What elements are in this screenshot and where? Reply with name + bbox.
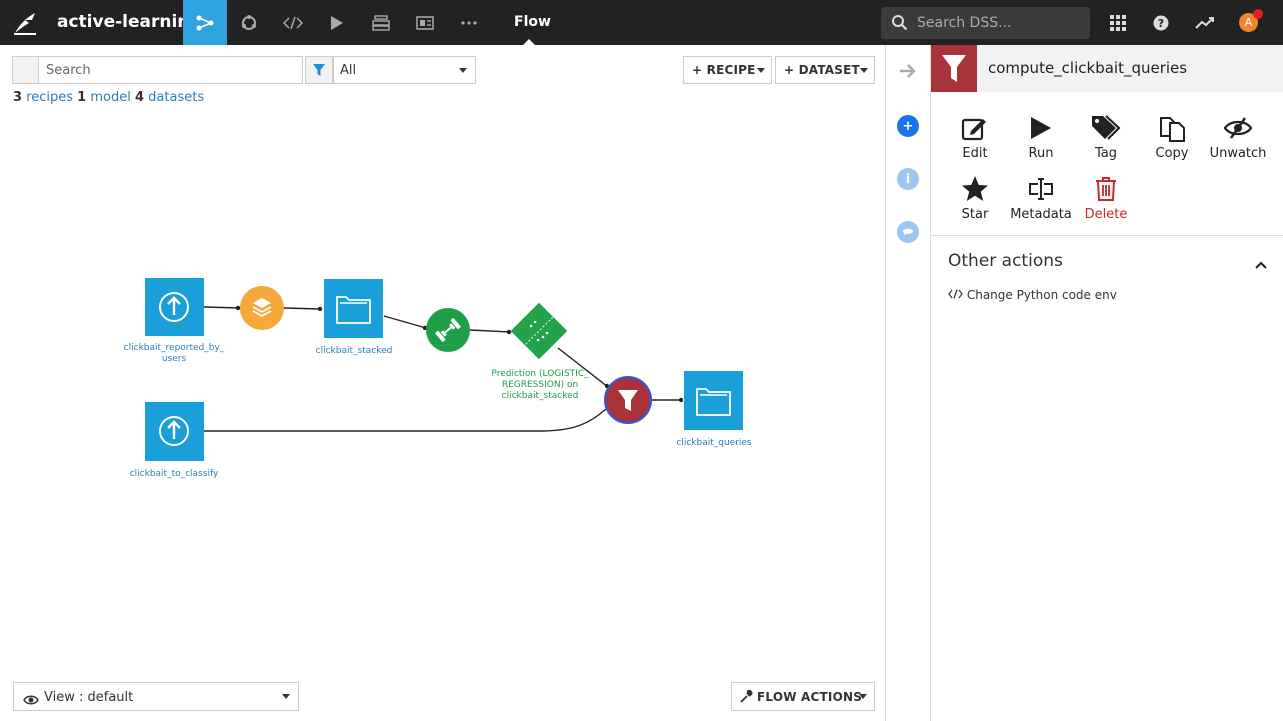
flow-actions-button[interactable]: FLOW ACTIONS	[731, 682, 875, 711]
code-icon	[948, 288, 967, 302]
delete-button[interactable]: Delete	[1073, 174, 1139, 222]
copy-button[interactable]: Copy	[1139, 113, 1205, 161]
notification-dot	[1253, 9, 1263, 19]
train-recipe-node[interactable]	[426, 308, 470, 352]
svg-text:?: ?	[1158, 17, 1164, 30]
other-actions-heading[interactable]: Other actions	[948, 251, 1063, 271]
flow-actions-label: FLOW ACTIONS	[757, 689, 863, 704]
flow-icon[interactable]	[183, 0, 227, 45]
panel-header: compute_clickbait_queries	[931, 45, 1283, 92]
prediction-model-node[interactable]	[510, 302, 568, 360]
chevron-down-icon	[859, 694, 867, 699]
global-search-input[interactable]: Search DSS...	[881, 7, 1090, 39]
wrench-icon	[740, 690, 753, 703]
tag-label: Tag	[1094, 146, 1117, 161]
info-icon[interactable]: i	[897, 168, 919, 190]
more-icon[interactable]	[447, 0, 491, 45]
panel-divider	[931, 235, 1283, 236]
star-icon	[942, 174, 1008, 204]
discussion-icon[interactable]	[897, 221, 919, 243]
search-icon	[891, 14, 908, 35]
label-line: REGRESSION) on	[501, 380, 579, 390]
edit-label: Edit	[962, 146, 988, 161]
add-circle-icon[interactable]: +	[897, 115, 919, 137]
arrow-right-icon[interactable]	[899, 63, 917, 83]
run-label: Run	[1028, 146, 1054, 161]
dashboard-icon[interactable]	[403, 0, 447, 45]
unwatch-button[interactable]: Unwatch	[1205, 113, 1271, 161]
panel-title: compute_clickbait_queries	[988, 59, 1188, 77]
flow-canvas[interactable]: Search All + RECIPE + DATASET 3 recipes …	[0, 45, 885, 721]
unwatch-label: Unwatch	[1209, 146, 1267, 161]
eye-slash-icon	[1205, 113, 1271, 143]
dataset-node-stacked[interactable]	[324, 279, 383, 338]
metadata-button[interactable]: Metadata	[1008, 174, 1074, 222]
star-label: Star	[961, 207, 989, 222]
star-button[interactable]: Star	[942, 174, 1008, 222]
apps-grid-icon[interactable]	[1107, 12, 1129, 34]
dataset-node-queries[interactable]	[684, 371, 743, 430]
dataset-label-to-classify[interactable]: clickbait_to_classify	[114, 469, 234, 480]
trash-icon	[1073, 174, 1139, 204]
dataset-label-queries[interactable]: clickbait_queries	[654, 438, 774, 449]
change-python-env-link[interactable]: Change Python code env	[948, 288, 1117, 302]
chevron-up-icon[interactable]	[1255, 254, 1267, 273]
label-line: users	[161, 354, 187, 364]
change-python-env-label: Change Python code env	[966, 288, 1117, 302]
right-rail: + i	[885, 45, 931, 721]
dataset-node-reported-by-users[interactable]	[145, 278, 204, 336]
stack-recipe-node[interactable]	[240, 286, 284, 330]
lab-icon[interactable]	[227, 0, 271, 45]
python-recipe-icon	[931, 45, 977, 92]
top-navigation-bar: active-learning Flow Search DSS... ? A	[0, 0, 1283, 45]
label-line: clickbait_stacked	[501, 391, 579, 401]
dataset-label-reported-by-users[interactable]: clickbait_reported_by_ users	[114, 343, 234, 365]
datasets-stack-icon[interactable]	[359, 0, 403, 45]
label-line: Prediction (LOGISTIC_	[491, 369, 589, 379]
current-view-label[interactable]: Flow	[514, 14, 551, 45]
view-select[interactable]: View : default	[13, 682, 299, 711]
chevron-down-icon	[282, 694, 290, 699]
view-select-value: View : default	[44, 690, 134, 705]
tags-icon	[1073, 113, 1139, 143]
tag-button[interactable]: Tag	[1073, 113, 1139, 161]
global-search-placeholder: Search DSS...	[917, 15, 1012, 31]
activity-trend-icon[interactable]	[1194, 12, 1216, 34]
model-label-prediction[interactable]: Prediction (LOGISTIC_ REGRESSION) on cli…	[480, 369, 600, 402]
flow-graph	[145, 278, 743, 461]
play-icon	[1008, 113, 1074, 143]
edit-icon	[942, 113, 1008, 143]
eye-icon	[23, 691, 39, 710]
dss-logo-icon[interactable]	[12, 10, 38, 36]
code-icon[interactable]	[271, 0, 315, 45]
edit-button[interactable]: Edit	[942, 113, 1008, 161]
copy-label: Copy	[1155, 146, 1189, 161]
help-icon[interactable]: ?	[1150, 12, 1172, 34]
project-name[interactable]: active-learning	[57, 12, 202, 32]
copy-icon	[1139, 113, 1205, 143]
text-cursor-icon	[1008, 174, 1074, 204]
python-recipe-node-compute-clickbait-queries[interactable]	[604, 376, 652, 424]
run-button[interactable]: Run	[1008, 113, 1074, 161]
label-line: clickbait_reported_by_	[123, 343, 225, 353]
jobs-icon[interactable]	[315, 0, 359, 45]
details-panel: compute_clickbait_queries Edit Run Tag C…	[931, 45, 1283, 721]
delete-label: Delete	[1084, 207, 1128, 222]
metadata-label: Metadata	[1010, 207, 1072, 222]
dataset-label-stacked[interactable]: clickbait_stacked	[294, 346, 414, 357]
dataset-node-to-classify[interactable]	[145, 402, 204, 461]
